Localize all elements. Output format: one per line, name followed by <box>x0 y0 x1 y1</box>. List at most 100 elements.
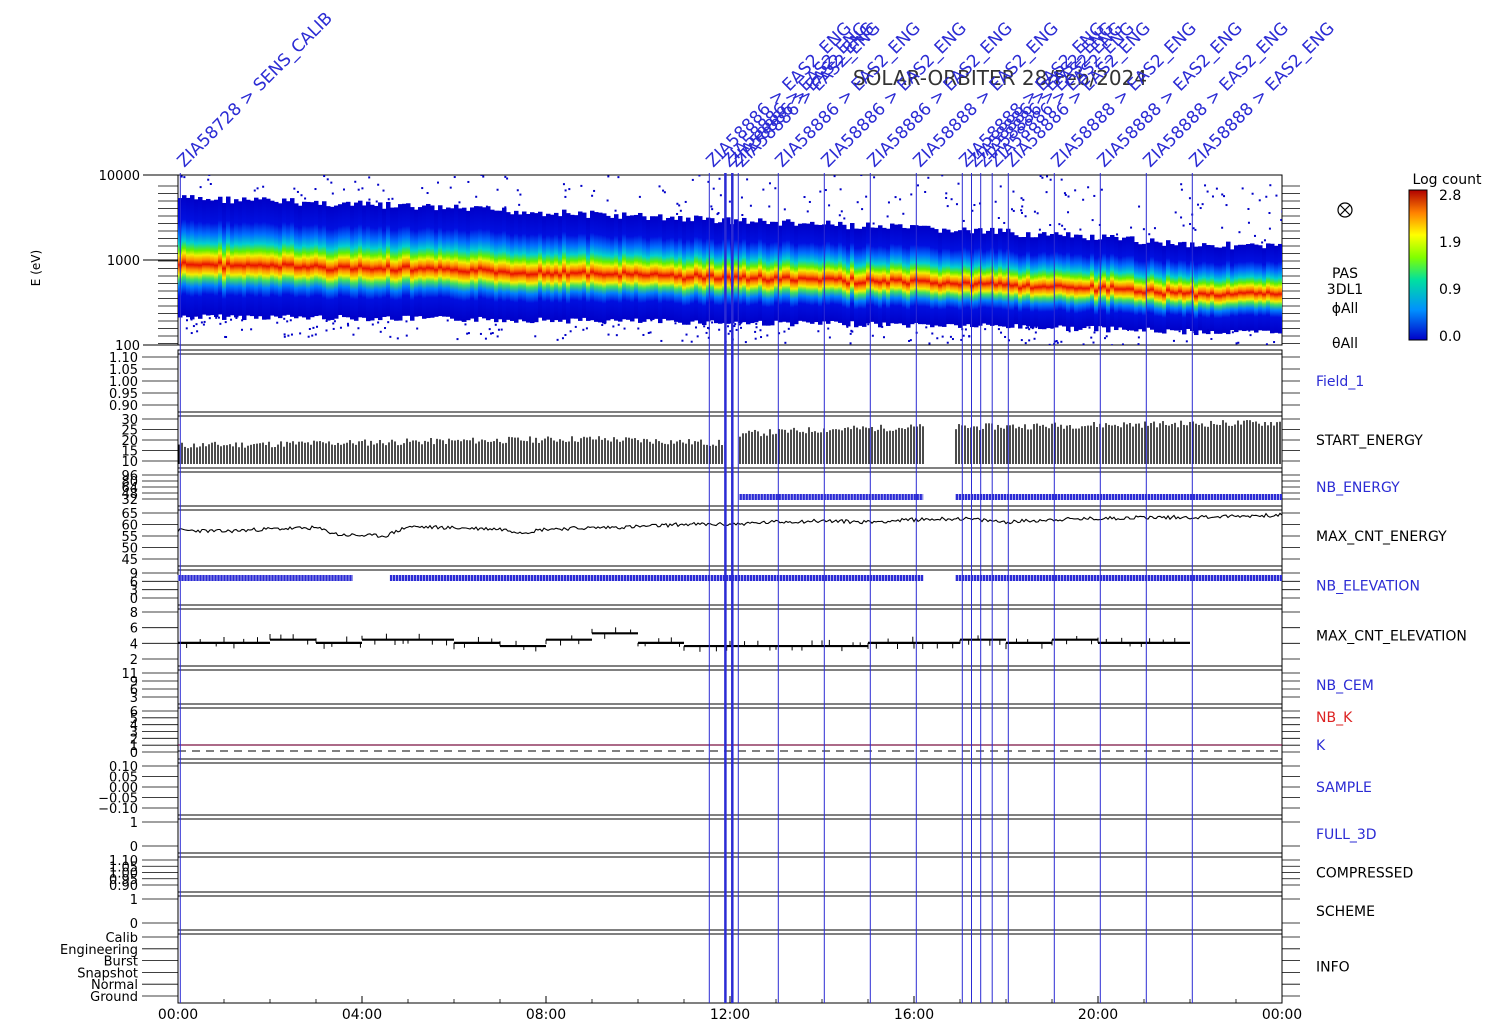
panel-info: CalibEngineeringBurstSnapshotNormalGroun… <box>60 929 1350 1005</box>
spectrogram-speckle <box>1192 227 1195 230</box>
spectrogram-speckle <box>828 336 831 339</box>
spectrogram-speckle <box>947 173 949 175</box>
spectrogram-speckle <box>1079 228 1082 231</box>
spectrogram-speckle <box>467 332 470 335</box>
spectrogram-column <box>1166 240 1171 330</box>
spectrogram-speckle <box>833 175 836 178</box>
spectrogram-column <box>194 199 199 317</box>
spectrogram-column <box>1194 246 1199 336</box>
spectrogram-speckle <box>647 331 650 334</box>
spectrogram-column <box>1114 236 1119 331</box>
panel-sample: 0.100.050.00−0.05−0.10SAMPLE <box>98 758 1372 817</box>
spectrogram-column <box>818 224 823 325</box>
time-tick-label: 04:00 <box>342 1007 382 1020</box>
spectrogram-column <box>358 200 363 318</box>
spectrogram-speckle <box>819 190 822 193</box>
spectrogram-column <box>522 211 527 322</box>
spectrogram-speckle <box>925 326 928 329</box>
spectrogram-speckle <box>740 326 743 329</box>
spectrogram-speckle <box>915 166 917 168</box>
spectrogram-column <box>346 201 351 318</box>
spectrogram-column <box>970 233 975 328</box>
spectrogram-speckle <box>741 214 744 217</box>
spectrogram-column <box>854 228 859 328</box>
spectrogram-speckle <box>945 192 948 195</box>
spectrogram-speckle <box>379 330 382 333</box>
panel-tick-label: 2 <box>130 653 138 668</box>
colorbar-tick-label: 1.9 <box>1439 235 1461 251</box>
spectrogram-speckle <box>1130 226 1133 229</box>
spectrogram-speckle <box>199 186 202 189</box>
spectrogram-column <box>638 212 643 323</box>
spectrogram-speckle <box>717 212 720 215</box>
spectrogram-column <box>578 211 583 321</box>
spectrogram-speckle <box>1269 184 1272 187</box>
crossed-circle-icon <box>1337 202 1353 218</box>
spectrogram-speckle <box>1105 335 1108 338</box>
spectrogram-speckle <box>491 332 494 335</box>
spectrogram-speckle <box>941 335 944 338</box>
spectrogram-column <box>1074 234 1079 332</box>
spectrogram-speckle <box>1087 186 1090 189</box>
spectrogram-column <box>1038 233 1043 330</box>
spectrogram-speckle <box>1072 347 1074 349</box>
panel-full-3d: 1 0 FULL_3D <box>130 814 1377 855</box>
spectrogram-speckle <box>1185 340 1188 343</box>
spectrogram-speckle <box>871 334 874 337</box>
spectrogram-speckle <box>1241 187 1244 190</box>
spectrogram-speckle <box>368 317 371 320</box>
spectrogram-speckle <box>997 217 1000 220</box>
panel-frame <box>177 814 1283 854</box>
spectrogram-speckle <box>1041 176 1044 179</box>
spectrogram-column <box>1022 236 1027 326</box>
spectrogram-column <box>910 225 915 325</box>
spectrogram-speckle <box>471 146 473 148</box>
spectrogram-speckle <box>779 171 781 173</box>
spectrogram-column <box>410 207 415 321</box>
spectrogram-speckle <box>712 187 715 190</box>
spectrogram-speckle <box>593 189 596 192</box>
spectrogram-speckle <box>1235 342 1238 345</box>
panel-frame <box>177 891 1283 931</box>
spectrogram-column <box>450 208 455 319</box>
spectrogram-speckle <box>881 325 884 328</box>
spectrogram-speckle <box>1258 199 1261 202</box>
spectrogram-speckle <box>658 320 661 323</box>
spectrogram-speckle <box>872 222 875 225</box>
spectrogram-column <box>798 223 803 321</box>
spectrogram-speckle <box>735 328 738 331</box>
spectrogram-speckle <box>200 321 203 324</box>
spectrogram-speckle <box>803 169 805 171</box>
spectrogram-speckle <box>1127 329 1130 332</box>
spectrogram-speckle <box>1253 234 1256 237</box>
spectrogram-speckle <box>221 146 223 148</box>
spectrogram-speckle <box>1012 190 1015 193</box>
spectrogram-speckle <box>582 328 585 331</box>
spectrogram-column <box>550 214 555 323</box>
spectrogram-speckle <box>320 172 322 174</box>
spectrogram-column <box>206 198 211 316</box>
spectrogram-column <box>266 198 271 320</box>
spectrogram-speckle <box>375 200 378 203</box>
spectrogram-column <box>1154 241 1159 333</box>
spectrogram-column <box>1274 245 1279 333</box>
spectrogram-speckle <box>314 188 317 191</box>
spectrogram-speckle <box>642 333 645 336</box>
spectrogram-column <box>834 225 839 322</box>
spectrogram-speckle <box>650 319 653 322</box>
spectrogram-column <box>226 196 231 317</box>
spectrogram-column <box>674 219 679 322</box>
spectrogram-speckle <box>1263 239 1266 242</box>
spectrogram-speckle <box>843 217 846 220</box>
spectrogram-speckle <box>564 189 567 192</box>
spectrogram-column <box>606 215 611 321</box>
spectrogram-column <box>790 221 795 327</box>
spectrogram-speckle <box>803 196 806 199</box>
spectrogram-column <box>322 201 327 320</box>
spectrogram-speckle <box>1046 175 1049 178</box>
spectrogram-speckle <box>283 333 286 336</box>
spectrogram-column <box>294 203 299 319</box>
spectrogram-column <box>1090 234 1095 326</box>
spectrogram-speckle <box>638 195 641 198</box>
spectrogram-speckle <box>276 321 279 324</box>
